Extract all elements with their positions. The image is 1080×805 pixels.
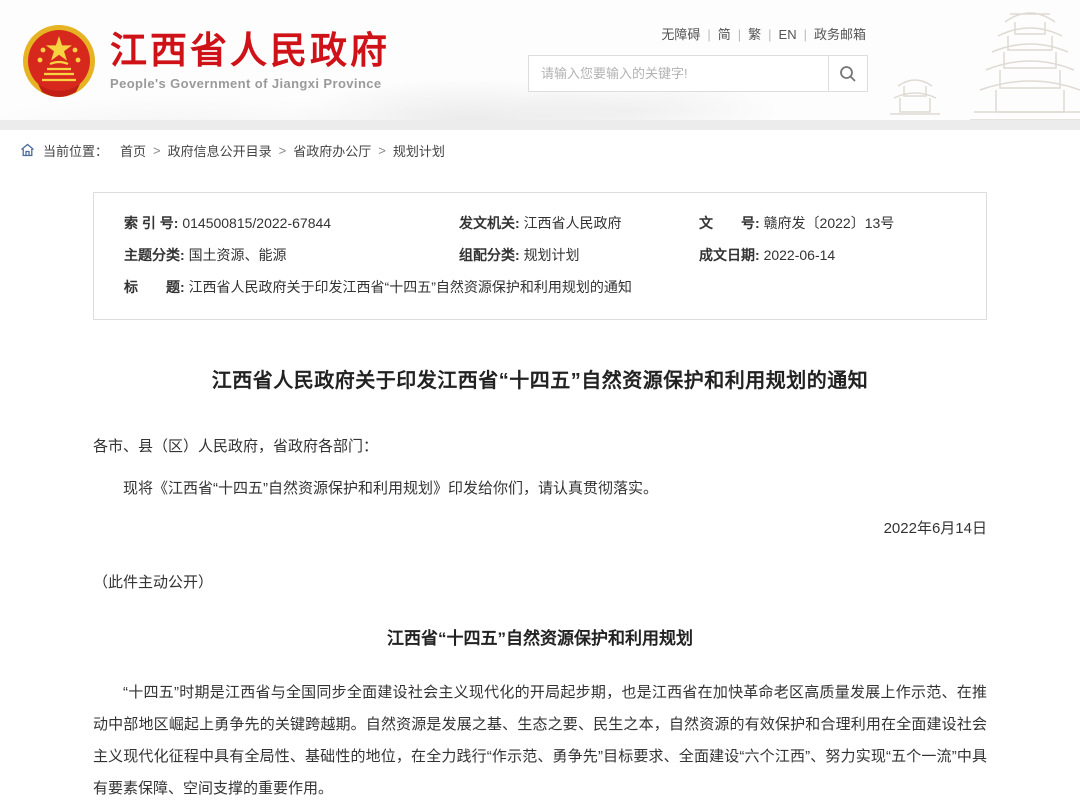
meta-group-category: 组配分类: 规划计划 [459, 239, 699, 271]
link-simplified[interactable]: 简 [716, 27, 733, 42]
breadcrumb-office[interactable]: 省政府办公厅 [293, 141, 371, 160]
meta-index-number: 索 引 号: 014500815/2022-67844 [124, 207, 459, 239]
document-body: 各市、县（区）人民政府，省政府各部门： 现将《江西省“十四五”自然资源保护和利用… [93, 431, 987, 805]
meta-theme-category: 主题分类: 国土资源、能源 [124, 239, 459, 271]
paragraph-plan-intro: “十四五”时期是江西省与全国同步全面建设社会主义现代化的开局起步期，也是江西省在… [93, 677, 987, 805]
search-button[interactable] [829, 55, 868, 92]
document-title: 江西省人民政府关于印发江西省“十四五”自然资源保护和利用规划的通知 [93, 364, 987, 393]
home-icon[interactable] [20, 143, 35, 157]
link-traditional[interactable]: 繁 [746, 27, 763, 42]
meta-issue-date: 成文日期: 2022-06-14 [699, 239, 956, 271]
meta-document-number: 文 号: 赣府发〔2022〕13号 [699, 207, 956, 239]
site-title: 江西省人民政府 [110, 31, 390, 72]
breadcrumb-label: 当前位置： [43, 141, 108, 160]
site-header: 江西省人民政府 People's Government of Jiangxi P… [0, 0, 1080, 120]
national-emblem-icon [22, 24, 96, 98]
publicity-note: （此件主动公开） [93, 567, 987, 599]
document-meta-table: 索 引 号: 014500815/2022-67844 发文机关: 江西省人民政… [93, 192, 987, 320]
document-date: 2022年6月14日 [93, 513, 987, 545]
breadcrumb-info-catalog[interactable]: 政府信息公开目录 [168, 141, 272, 160]
breadcrumb: 当前位置： 首页 > 政府信息公开目录 > 省政府办公厅 > 规划计划 [0, 130, 1080, 170]
meta-title: 标 题: 江西省人民政府关于印发江西省“十四五”自然资源保护和利用规划的通知 [124, 271, 956, 303]
document-page: 索 引 号: 014500815/2022-67844 发文机关: 江西省人民政… [93, 170, 987, 805]
link-english[interactable]: EN [777, 27, 799, 42]
utility-links: 无障碍|简|繁|EN|政务邮箱 [528, 24, 868, 43]
site-subtitle: People's Government of Jiangxi Province [110, 76, 390, 91]
header-divider [0, 120, 1080, 130]
salutation: 各市、县（区）人民政府，省政府各部门： [93, 431, 987, 463]
link-gov-mail[interactable]: 政务邮箱 [812, 27, 868, 42]
meta-issuing-agency: 发文机关: 江西省人民政府 [459, 207, 699, 239]
paragraph-notice: 现将《江西省“十四五”自然资源保护和利用规划》印发给你们，请认真贯彻落实。 [93, 473, 987, 505]
pavilion-illustration-icon [860, 0, 1080, 120]
search-icon [839, 65, 857, 83]
breadcrumb-home[interactable]: 首页 [120, 141, 146, 160]
link-accessibility[interactable]: 无障碍 [659, 27, 702, 42]
search-input[interactable] [528, 55, 829, 92]
site-brand: 江西省人民政府 People's Government of Jiangxi P… [22, 24, 390, 98]
breadcrumb-plans[interactable]: 规划计划 [393, 141, 445, 160]
plan-title: 江西省“十四五”自然资源保护和利用规划 [93, 623, 987, 655]
